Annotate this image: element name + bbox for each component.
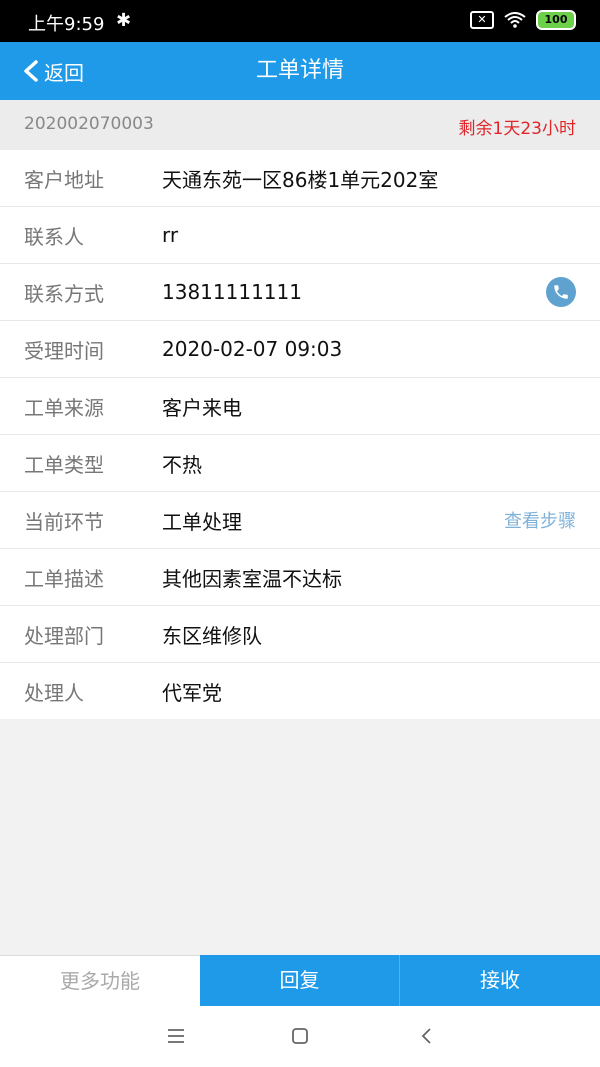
detail-list: 客户地址 天通东苑一区86楼1单元202室 联系人 rr 联系方式 138111… — [0, 150, 600, 719]
row-value: 东区维修队 — [162, 623, 262, 648]
status-time: 上午9:59 — [28, 14, 105, 35]
no-sim-icon: ✕ — [470, 11, 494, 29]
row-value: 13811111111 — [162, 280, 302, 304]
wifi-icon — [504, 12, 526, 28]
remaining-time: 剩余1天23小时 — [458, 119, 576, 139]
row-value: 不热 — [162, 452, 202, 477]
reply-button[interactable]: 回复 — [200, 955, 400, 1006]
row-label: 受理时间 — [24, 338, 104, 363]
row-handling-department: 处理部门 东区维修队 — [0, 606, 600, 663]
row-value: 2020-02-07 09:03 — [162, 337, 343, 361]
row-contact-person: 联系人 rr — [0, 207, 600, 264]
row-accept-time: 受理时间 2020-02-07 09:03 — [0, 321, 600, 378]
row-value: 其他因素室温不达标 — [162, 566, 342, 591]
home-icon[interactable] — [288, 1024, 312, 1048]
battery-icon: 100 — [536, 10, 576, 30]
row-label: 工单来源 — [24, 395, 104, 420]
nav-bar: 返回 工单详情 — [0, 42, 600, 100]
bottom-action-bar: 更多功能 回复 接收 — [0, 955, 600, 1006]
row-label: 当前环节 — [24, 509, 104, 534]
view-steps-link[interactable]: 查看步骤 — [504, 507, 576, 533]
row-order-description: 工单描述 其他因素室温不达标 — [0, 549, 600, 606]
back-nav-icon[interactable] — [414, 1024, 438, 1048]
row-current-step: 当前环节 工单处理 查看步骤 — [0, 492, 600, 549]
row-label: 处理部门 — [24, 623, 104, 648]
row-order-type: 工单类型 不热 — [0, 435, 600, 492]
row-contact-phone: 联系方式 13811111111 — [0, 264, 600, 321]
row-label: 工单类型 — [24, 452, 104, 477]
receive-button[interactable]: 接收 — [400, 955, 600, 1006]
row-label: 联系人 — [24, 224, 84, 249]
order-id: 202002070003 — [24, 114, 154, 134]
row-label: 客户地址 — [24, 167, 104, 192]
bluetooth-icon: ✱ — [116, 10, 132, 31]
menu-icon[interactable] — [164, 1024, 188, 1048]
row-value: 工单处理 — [162, 509, 242, 534]
row-customer-address: 客户地址 天通东苑一区86楼1单元202室 — [0, 150, 600, 207]
row-value: 天通东苑一区86楼1单元202室 — [162, 167, 439, 192]
row-value: rr — [162, 223, 179, 247]
phone-glyph-icon — [554, 285, 568, 299]
row-value: 客户来电 — [162, 395, 242, 420]
row-label: 处理人 — [24, 680, 84, 705]
row-value: 代军党 — [162, 680, 222, 705]
row-handler: 处理人 代军党 — [0, 663, 600, 719]
more-functions-button[interactable]: 更多功能 — [0, 955, 200, 1006]
status-bar: 上午9:59 ✱ ✕ 100 — [0, 0, 600, 42]
row-label: 联系方式 — [24, 281, 104, 306]
order-bar: 202002070003 剩余1天23小时 — [0, 100, 600, 150]
row-order-source: 工单来源 客户来电 — [0, 378, 600, 435]
status-indicators: ✕ 100 — [470, 10, 576, 30]
page-title: 工单详情 — [255, 58, 344, 83]
system-nav-bar — [0, 1006, 600, 1067]
row-label: 工单描述 — [24, 566, 104, 591]
phone-icon[interactable] — [546, 277, 576, 307]
